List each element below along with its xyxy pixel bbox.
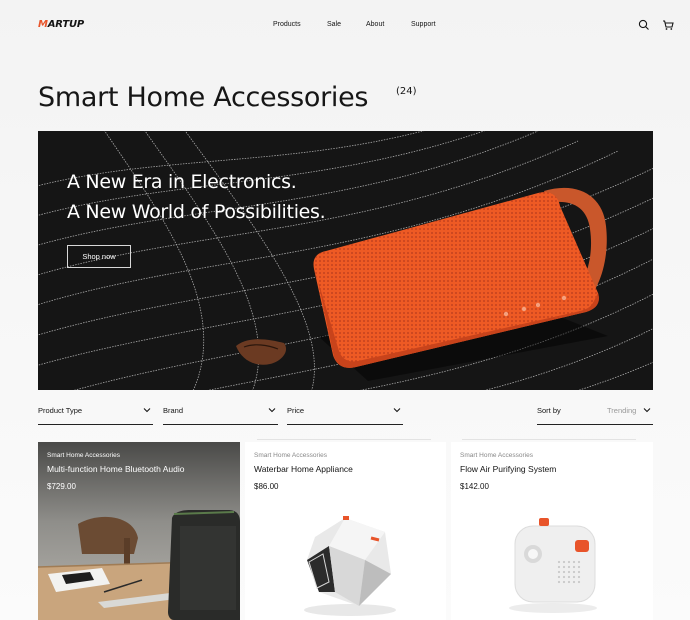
divider: [462, 439, 636, 440]
product-category: Smart Home Accessories: [460, 452, 533, 459]
chevron-down-icon: [393, 408, 401, 413]
product-price: $142.00: [460, 482, 489, 491]
shop-now-button[interactable]: Shop now: [67, 245, 131, 268]
product-category: Smart Home Accessories: [254, 452, 327, 459]
sort-dropdown[interactable]: Sort by Trending: [537, 403, 653, 425]
hero-banner: A New Era in Electronics. A New World of…: [38, 131, 653, 390]
filter-label: Price: [287, 406, 305, 415]
chevron-down-icon: [143, 408, 151, 413]
nav-products[interactable]: Products: [273, 21, 301, 28]
sort-value: Trending: [607, 406, 637, 415]
product-count: (24): [396, 86, 417, 97]
hero-headline-line-2: A New World of Possibilities.: [67, 201, 326, 223]
filter-product-type[interactable]: Product Type: [38, 403, 153, 425]
filter-label: Brand: [163, 406, 184, 415]
product-card[interactable]: Smart Home Accessories Waterbar Home App…: [245, 442, 446, 620]
filter-brand[interactable]: Brand: [163, 403, 278, 425]
page-title: Smart Home Accessories: [38, 82, 369, 113]
product-name[interactable]: Waterbar Home Appliance: [254, 464, 353, 474]
product-name[interactable]: Multi-function Home Bluetooth Audio: [47, 464, 185, 474]
chevron-down-icon: [268, 408, 276, 413]
chevron-down-icon: [643, 408, 651, 413]
divider: [257, 439, 431, 440]
product-category: Smart Home Accessories: [47, 452, 120, 459]
nav-sale[interactable]: Sale: [327, 21, 341, 28]
product-name[interactable]: Flow Air Purifying System: [460, 464, 556, 474]
product-price: $729.00: [47, 482, 76, 491]
sort-label: Sort by: [537, 406, 561, 415]
filter-price[interactable]: Price: [287, 403, 403, 425]
hero-headline: A New Era in Electronics. A New World of…: [67, 167, 326, 227]
product-card[interactable]: Smart Home Accessories Flow Air Purifyin…: [451, 442, 653, 620]
search-icon[interactable]: [638, 19, 650, 31]
nav-about[interactable]: About: [366, 21, 384, 28]
hero-headline-line-1: A New Era in Electronics.: [67, 171, 297, 193]
cart-icon[interactable]: [662, 19, 674, 31]
filter-label: Product Type: [38, 406, 83, 415]
product-card[interactable]: Smart Home Accessories Multi-function Ho…: [38, 442, 240, 620]
main-nav: Products Sale About Support: [0, 21, 690, 33]
nav-support[interactable]: Support: [411, 21, 436, 28]
product-price: $86.00: [254, 482, 279, 491]
